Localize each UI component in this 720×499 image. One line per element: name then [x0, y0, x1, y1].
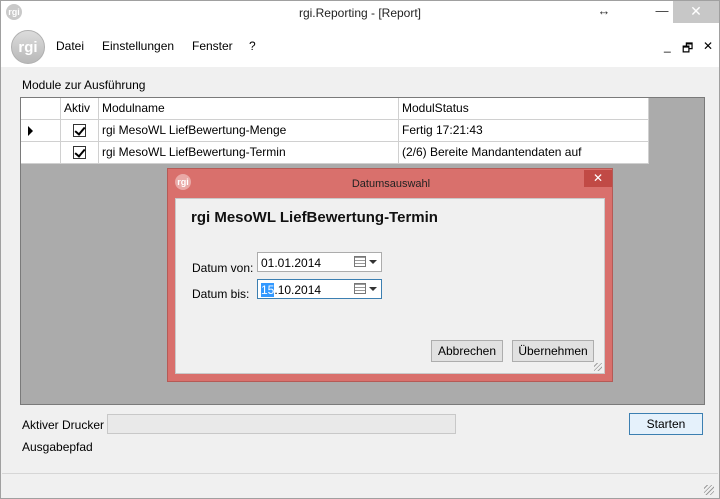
current-row-arrow-icon [28, 126, 33, 136]
output-path-label: Ausgabepfad [22, 440, 93, 454]
column-header-modulname[interactable]: Modulname [99, 98, 399, 120]
date-from-value[interactable]: 01.01.2014 [261, 254, 321, 272]
table-row[interactable]: rgi MesoWL LiefBewertung-Menge Fertig 17… [21, 120, 649, 142]
close-button[interactable]: ✕ [673, 1, 719, 23]
main-window: rgi rgi.Reporting - [Report] ↔ — ✕ rgi D… [0, 0, 720, 499]
date-from-picker[interactable]: 01.01.2014 [257, 252, 382, 272]
rgi-logo: rgi [11, 30, 45, 64]
module-status-cell[interactable]: Fertig 17:21:43 [399, 120, 649, 142]
menu-einstellungen[interactable]: Einstellungen [102, 39, 174, 53]
module-name-cell[interactable]: rgi MesoWL LiefBewertung-Termin [99, 142, 399, 164]
module-status-cell[interactable]: (2/6) Bereite Mandantendaten auf [399, 142, 649, 164]
title-bar[interactable]: rgi rgi.Reporting - [Report] ↔ — ✕ [1, 1, 719, 25]
active-checkbox[interactable] [73, 146, 86, 159]
dialog-heading: rgi MesoWL LiefBewertung-Termin [191, 209, 438, 226]
accept-button[interactable]: Übernehmen [512, 340, 594, 362]
status-bar [2, 473, 718, 498]
dialog-close-button[interactable]: ✕ [584, 170, 612, 187]
column-header-aktiv[interactable]: Aktiv [61, 98, 99, 120]
menu-help[interactable]: ? [249, 39, 256, 53]
calendar-icon[interactable] [354, 283, 366, 294]
column-header-modulstatus[interactable]: ModulStatus [399, 98, 649, 120]
active-cell[interactable] [61, 142, 99, 164]
dialog-resize-grip-icon[interactable] [594, 363, 602, 371]
date-to-value[interactable]: 15.10.2014 [261, 281, 321, 299]
date-to-label: Datum bis: [192, 287, 250, 301]
resize-grip-icon[interactable] [704, 485, 714, 495]
date-to-selected-day[interactable]: 15 [261, 283, 275, 297]
date-to-picker[interactable]: 15.10.2014 [257, 279, 382, 299]
start-button[interactable]: Starten [629, 413, 703, 435]
date-to-rest: .10.2014 [274, 283, 322, 297]
mdi-restore-button[interactable]: 🗗 [682, 39, 693, 60]
menu-bar: rgi Datei Einstellungen Fenster ? _ 🗗 ✕ [1, 25, 719, 67]
module-name-cell[interactable]: rgi MesoWL LiefBewertung-Menge [99, 120, 399, 142]
mdi-close-button[interactable]: ✕ [703, 39, 713, 53]
table-row[interactable]: rgi MesoWL LiefBewertung-Termin (2/6) Be… [21, 142, 649, 164]
cancel-button[interactable]: Abbrechen [431, 340, 503, 362]
row-selector[interactable] [21, 142, 61, 164]
row-header-corner [21, 98, 61, 120]
dialog-body: rgi MesoWL LiefBewertung-Termin Datum vo… [175, 198, 605, 374]
printer-label: Aktiver Drucker [22, 418, 105, 432]
menu-fenster[interactable]: Fenster [192, 39, 233, 53]
row-selector[interactable] [21, 120, 61, 142]
chevron-down-icon[interactable] [369, 260, 377, 264]
section-label: Module zur Ausführung [22, 78, 146, 92]
active-cell[interactable] [61, 120, 99, 142]
grid-header: Aktiv Modulname ModulStatus [21, 98, 649, 120]
date-dialog: rgi Datumsauswahl ✕ rgi MesoWL LiefBewer… [167, 168, 613, 382]
calendar-icon[interactable] [354, 256, 366, 267]
printer-field [107, 414, 456, 434]
mdi-minimize-button[interactable]: _ [664, 39, 671, 53]
menu-datei[interactable]: Datei [56, 39, 84, 53]
active-checkbox[interactable] [73, 124, 86, 137]
resize-arrows-icon: ↔ [597, 3, 611, 18]
chevron-down-icon[interactable] [369, 287, 377, 291]
date-from-label: Datum von: [192, 261, 254, 275]
dialog-title: Datumsauswahl [351, 178, 431, 190]
